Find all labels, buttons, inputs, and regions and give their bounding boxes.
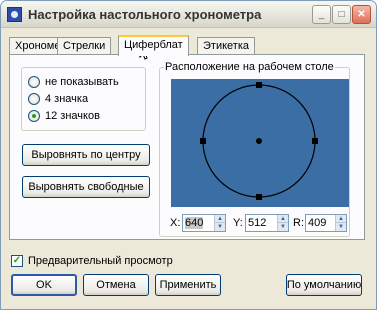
preview-checkbox-row[interactable]: ✓ Предварительный просмотр [11, 254, 173, 268]
r-value[interactable]: 409 [308, 217, 326, 229]
clock-center-dot [256, 138, 262, 144]
radio-label: 12 значков [45, 110, 100, 122]
x-value[interactable]: 640 [185, 217, 204, 229]
radio-12-marks[interactable]: 12 значков [28, 109, 100, 123]
x-spin-arrows[interactable]: ▲ ▼ [214, 215, 225, 231]
resize-handle-left[interactable] [200, 138, 206, 144]
radio-circle[interactable] [28, 110, 40, 122]
radio-circle[interactable] [28, 93, 40, 105]
desktop-preview[interactable] [171, 79, 349, 207]
radio-label: 4 значка [45, 93, 89, 105]
ok-button[interactable]: OK [11, 274, 77, 296]
dial-tab-panel: не показывать 4 значка 12 значков Выровн… [9, 54, 365, 240]
tab-dial[interactable]: Циферблат [118, 35, 189, 56]
x-spinner[interactable]: 640 ▲ ▼ [182, 214, 226, 232]
clock-app-icon [7, 7, 22, 22]
resize-handle-top[interactable] [256, 82, 262, 88]
y-value[interactable]: 512 [248, 217, 266, 229]
title-bar[interactable]: Настройка настольного хронометра _ □ ✕ [1, 1, 376, 28]
spin-down-icon[interactable]: ▼ [215, 223, 225, 231]
default-button[interactable]: По умолчанию [286, 274, 362, 296]
preview-checkbox[interactable]: ✓ [11, 255, 23, 267]
r-spinner[interactable]: 409 ▲ ▼ [305, 214, 347, 232]
r-spin-arrows[interactable]: ▲ ▼ [335, 215, 346, 231]
apply-button[interactable]: Применить [155, 274, 221, 296]
align-free-button[interactable]: Выровнять свободные [22, 176, 150, 198]
radio-circle[interactable] [28, 76, 40, 88]
tab-label[interactable]: Этикетка [197, 37, 255, 55]
window-title: Настройка настольного хронометра [28, 7, 262, 22]
spin-down-icon[interactable]: ▼ [278, 223, 288, 231]
resize-handle-right[interactable] [312, 138, 318, 144]
y-spin-arrows[interactable]: ▲ ▼ [277, 215, 288, 231]
y-label: Y: [233, 217, 243, 229]
radio-4-marks[interactable]: 4 значка [28, 92, 88, 106]
cancel-button[interactable]: Отмена [83, 274, 149, 296]
spin-down-icon[interactable]: ▼ [336, 223, 346, 231]
align-center-button[interactable]: Выровнять по центру [22, 144, 150, 166]
x-label: X: [170, 217, 181, 229]
maximize-button[interactable]: □ [332, 5, 351, 24]
spin-up-icon[interactable]: ▲ [278, 215, 288, 223]
resize-handle-bottom[interactable] [256, 194, 262, 200]
position-legend: Расположение на рабочем столе [164, 61, 335, 73]
close-button[interactable]: ✕ [352, 5, 371, 24]
settings-dialog: Настройка настольного хронометра _ □ ✕ Х… [0, 0, 377, 310]
minimize-button[interactable]: _ [312, 5, 331, 24]
radio-no-marks[interactable]: не показывать [28, 75, 119, 89]
desktop-position-group: Расположение на рабочем столе X: 640 ▲ ▼ [159, 61, 350, 237]
spin-up-icon[interactable]: ▲ [336, 215, 346, 223]
r-label: R: [293, 217, 304, 229]
y-spinner[interactable]: 512 ▲ ▼ [245, 214, 289, 232]
clock-outline-svg [200, 82, 318, 200]
tab-hands[interactable]: Стрелки [57, 37, 112, 55]
radio-label: не показывать [45, 76, 119, 88]
marks-option-group: не показывать 4 значка 12 значков [21, 67, 146, 131]
preview-label: Предварительный просмотр [28, 255, 173, 267]
spin-up-icon[interactable]: ▲ [215, 215, 225, 223]
